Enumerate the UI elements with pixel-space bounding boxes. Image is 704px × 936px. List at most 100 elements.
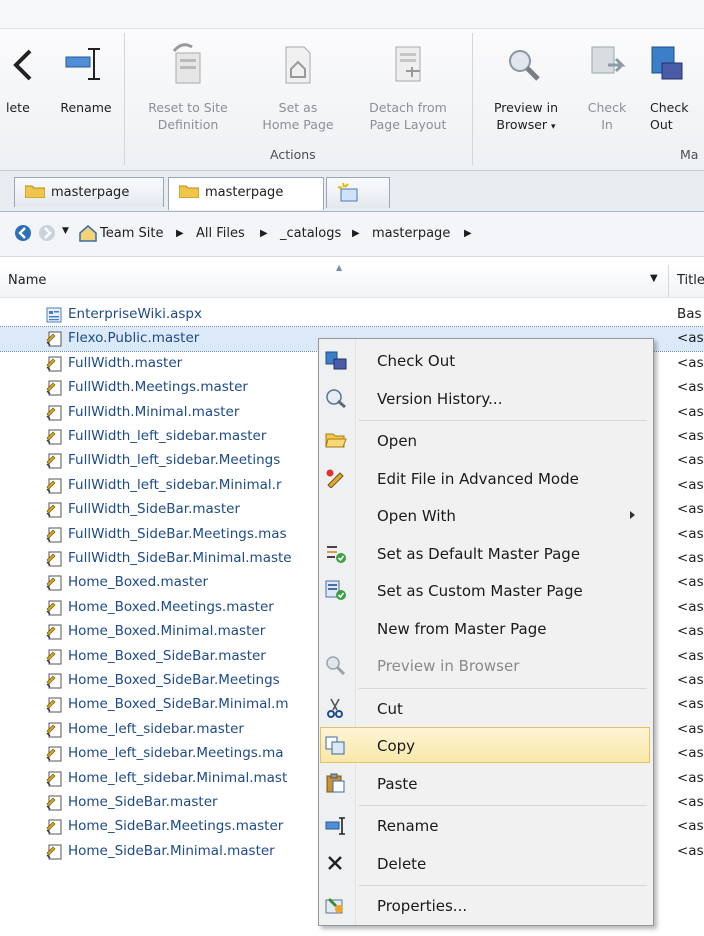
file-name[interactable]: Home_SideBar.Minimal.master: [68, 843, 275, 859]
file-title: <as: [677, 354, 704, 371]
address-bar: ▼ Team Site ▶ All Files ▶ _catalogs ▶ ma…: [0, 212, 704, 257]
ribbon-separator: [472, 33, 473, 165]
tab-bar: masterpage masterpage: [0, 171, 704, 212]
breadcrumb-arrow-icon[interactable]: ▶: [260, 228, 268, 239]
file-name[interactable]: Home_left_sidebar.Minimal.mast: [68, 770, 287, 786]
file-title: <as: [677, 769, 704, 786]
master-page-icon: [46, 600, 62, 616]
file-name[interactable]: Home_Boxed.Minimal.master: [68, 623, 265, 639]
master-page-icon: [46, 453, 62, 469]
file-name[interactable]: FullWidth.Minimal.master: [68, 404, 239, 420]
file-name[interactable]: Flexo.Public.master: [68, 330, 199, 346]
file-name[interactable]: FullWidth_SideBar.Meetings.mas: [68, 526, 287, 542]
file-title: <as: [677, 623, 704, 640]
forward-icon[interactable]: [38, 224, 56, 242]
menu-item-rename[interactable]: Rename: [321, 808, 649, 842]
set-as-home-page-button[interactable]: Set as Home Page: [250, 29, 346, 139]
file-name[interactable]: Home_Boxed.Meetings.master: [68, 599, 274, 615]
master-page-icon: [46, 429, 62, 445]
menu-item-label: Copy: [377, 737, 416, 755]
menu-item-open-with[interactable]: Open With: [321, 498, 649, 532]
menu-item-label: Properties...: [377, 897, 468, 915]
menu-item-check-out[interactable]: Check Out: [321, 343, 649, 377]
menu-item-version-history[interactable]: Version History...: [321, 381, 649, 415]
file-name[interactable]: EnterpriseWiki.aspx: [68, 306, 202, 322]
menu-item-preview-in-browser[interactable]: Preview in Browser: [321, 648, 649, 682]
menu-item-set-as-custom-master-page[interactable]: Set as Custom Master Page: [321, 573, 649, 607]
breadcrumb-arrow-icon[interactable]: ▶: [464, 228, 472, 239]
column-name-header[interactable]: Name: [8, 273, 46, 288]
menu-item-paste[interactable]: Paste: [321, 766, 649, 800]
breadcrumb-arrow-icon[interactable]: ▶: [352, 228, 360, 239]
delete-button[interactable]: lete: [0, 29, 52, 139]
set-custom-master-icon: [325, 580, 346, 600]
tab-masterpage-1[interactable]: masterpage: [14, 177, 164, 207]
file-name[interactable]: FullWidth_SideBar.master: [68, 501, 240, 517]
rename-icon: [65, 48, 100, 80]
ribbon-tab-strip: [0, 0, 704, 29]
submenu-arrow-icon: [630, 511, 635, 519]
check-out-icon: [651, 46, 683, 80]
menu-item-copy[interactable]: Copy: [320, 727, 650, 763]
file-row[interactable]: EnterpriseWiki.aspx Bas: [0, 303, 704, 327]
rename-button[interactable]: Rename: [54, 29, 118, 139]
master-page-icon: [46, 673, 62, 689]
menu-separator: [359, 687, 647, 689]
menu-item-label: Version History...: [377, 389, 503, 408]
column-header: Name ▲ ▼ Title: [0, 263, 704, 298]
back-icon[interactable]: [14, 224, 32, 242]
menu-item-new-from-master-page[interactable]: New from Master Page: [321, 611, 649, 645]
column-filter-dropdown-icon[interactable]: ▼: [650, 273, 658, 284]
breadcrumb-team-site[interactable]: Team Site: [100, 226, 163, 241]
version-history-icon: [326, 388, 346, 408]
breadcrumb-masterpage[interactable]: masterpage: [372, 226, 450, 241]
history-dropdown-icon[interactable]: ▼: [62, 226, 69, 236]
breadcrumb-all-files[interactable]: All Files: [196, 226, 245, 241]
breadcrumb-catalogs[interactable]: _catalogs: [280, 226, 341, 241]
delete-icon: [13, 49, 32, 81]
menu-item-properties[interactable]: Properties...: [321, 888, 649, 922]
file-title: <as: [677, 647, 704, 664]
master-page-icon: [46, 649, 62, 665]
file-name[interactable]: FullWidth.Meetings.master: [68, 379, 248, 395]
file-name[interactable]: Home_Boxed_SideBar.master: [68, 648, 266, 664]
master-page-icon: [46, 819, 62, 835]
file-name[interactable]: Home_Boxed.master: [68, 574, 208, 590]
file-name[interactable]: Home_SideBar.Meetings.master: [68, 818, 283, 834]
file-title: <as: [677, 525, 704, 542]
file-title: <as: [677, 842, 704, 859]
file-name[interactable]: Home_SideBar.master: [68, 794, 218, 810]
menu-item-edit-file-in-advanced-mode[interactable]: Edit File in Advanced Mode: [321, 461, 649, 495]
master-page-icon: [46, 844, 62, 860]
file-name[interactable]: Home_left_sidebar.master: [68, 721, 244, 737]
file-name[interactable]: Home_left_sidebar.Meetings.ma: [68, 745, 284, 761]
file-name[interactable]: FullWidth_left_sidebar.Meetings: [68, 452, 280, 468]
file-name[interactable]: FullWidth.master: [68, 355, 182, 371]
menu-item-set-as-default-master-page[interactable]: Set as Default Master Page: [321, 536, 649, 570]
new-tab-button[interactable]: [326, 177, 390, 208]
check-out-button[interactable]: Check Out: [640, 29, 704, 139]
column-title-header[interactable]: Title: [677, 273, 704, 288]
tab-masterpage-2[interactable]: masterpage: [168, 177, 324, 210]
file-name[interactable]: FullWidth_SideBar.Minimal.maste: [68, 550, 292, 566]
ribbon-body: lete Rename Reset to SiteDefinition Set: [0, 29, 704, 171]
menu-item-cut[interactable]: Cut: [321, 691, 649, 725]
menu-item-label: Cut: [377, 699, 403, 718]
reset-to-site-definition-button[interactable]: Reset to Site Definition: [132, 29, 244, 139]
detach-from-page-layout-button[interactable]: Detach from Page Layout: [352, 29, 464, 139]
preview-in-browser-button[interactable]: Preview in Browser ▾: [478, 29, 574, 139]
file-title: <as: [677, 672, 704, 688]
check-in-icon: [591, 46, 626, 74]
file-title: <as: [677, 818, 704, 835]
check-in-button[interactable]: Check In: [578, 29, 636, 139]
context-menu: Check Out Version History... Open Edit File…: [318, 338, 654, 926]
menu-item-open[interactable]: Open: [321, 423, 649, 457]
chevron-down-icon: ▾: [551, 122, 556, 132]
breadcrumb-arrow-icon[interactable]: ▶: [176, 228, 184, 239]
file-name[interactable]: FullWidth_left_sidebar.Minimal.r: [68, 477, 282, 493]
menu-item-delete[interactable]: Delete: [321, 846, 649, 880]
file-name[interactable]: Home_Boxed_SideBar.Minimal.m: [68, 696, 289, 712]
file-name[interactable]: FullWidth_left_sidebar.master: [68, 428, 266, 444]
file-name[interactable]: Home_Boxed_SideBar.Meetings: [68, 672, 280, 688]
master-page-icon: [46, 551, 62, 567]
